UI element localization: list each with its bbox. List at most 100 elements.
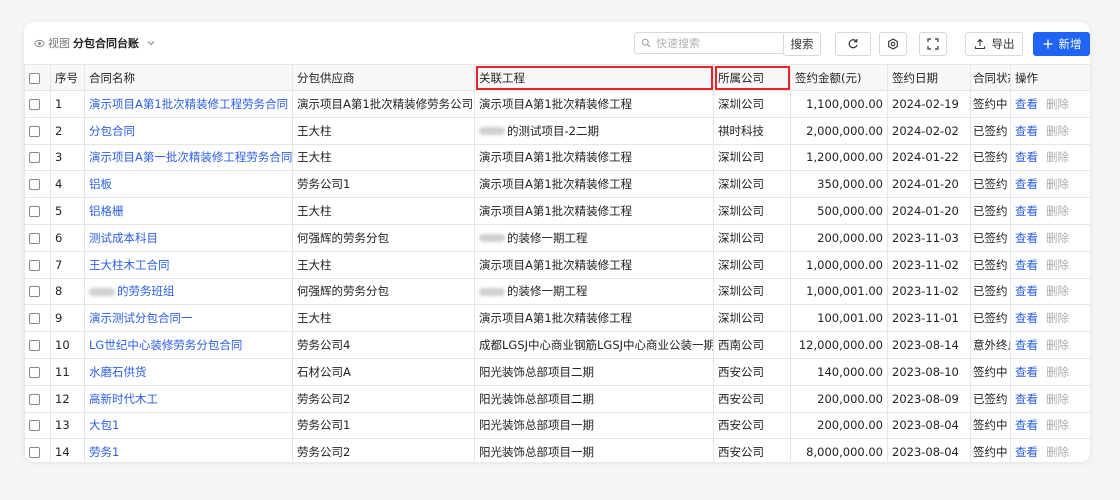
- contract-name-link[interactable]: 演示项目A第一批次精装修工程劳务合同: [89, 150, 292, 164]
- view-selector[interactable]: 视图 分包合同台账: [34, 35, 156, 51]
- delete-link[interactable]: 删除: [1046, 258, 1069, 272]
- table-row[interactable]: 6 测试成本科目 何强辉的劳务分包 的装修一期工程 深圳公司 200,000.00 2023…: [24, 223, 1090, 252]
- row-checkbox[interactable]: [29, 313, 40, 325]
- table-row[interactable]: 11 水磨石供货 石材公司A 阳光装饰总部项目二期 西安公司 140,000.00 2023…: [24, 357, 1090, 386]
- row-checkbox[interactable]: [29, 393, 40, 405]
- view-link[interactable]: 查看: [1015, 97, 1038, 111]
- row-checkbox[interactable]: [29, 179, 40, 191]
- export-button[interactable]: 导出: [965, 32, 1023, 56]
- delete-link[interactable]: 删除: [1046, 231, 1069, 245]
- table-row[interactable]: 9 演示测试分包合同一 王大柱 演示项目A第1批次精装修工程 深圳公司 100,001.0…: [24, 304, 1090, 333]
- row-select-cell[interactable]: [24, 223, 51, 252]
- contract-name-cell[interactable]: 分包合同: [84, 116, 293, 145]
- delete-link[interactable]: 删除: [1046, 97, 1069, 111]
- view-link[interactable]: 查看: [1015, 284, 1038, 298]
- contract-name-cell[interactable]: 水磨石供货: [84, 357, 293, 386]
- search-input[interactable]: [654, 35, 788, 51]
- delete-link[interactable]: 删除: [1046, 124, 1069, 138]
- contract-name-cell[interactable]: 演示项目A第1批次精装修工程劳务合同: [84, 90, 293, 118]
- refresh-button[interactable]: [835, 32, 871, 56]
- row-select-cell[interactable]: [24, 304, 51, 333]
- contract-name-cell[interactable]: 高新时代木工: [84, 384, 293, 413]
- table-row[interactable]: 14 劳务1 劳务公司2 阳光装饰总部项目一期 西安公司 8,000,000.00 2023…: [24, 438, 1090, 462]
- view-link[interactable]: 查看: [1015, 392, 1038, 406]
- contract-name-link[interactable]: 大包1: [89, 418, 119, 432]
- contract-name-link[interactable]: 水磨石供货: [89, 365, 147, 379]
- row-checkbox[interactable]: [29, 366, 40, 378]
- contract-name-link[interactable]: 演示项目A第1批次精装修工程劳务合同: [89, 97, 288, 111]
- row-select-cell[interactable]: [24, 277, 51, 306]
- view-link[interactable]: 查看: [1015, 150, 1038, 164]
- row-select-cell[interactable]: [24, 116, 51, 145]
- select-all-cell[interactable]: [24, 64, 51, 91]
- view-link[interactable]: 查看: [1015, 204, 1038, 218]
- delete-link[interactable]: 删除: [1046, 284, 1069, 298]
- row-select-cell[interactable]: [24, 357, 51, 386]
- contract-name-link[interactable]: 高新时代木工: [89, 392, 158, 406]
- contract-name-link[interactable]: 演示测试分包合同一: [89, 311, 193, 325]
- row-select-cell[interactable]: [24, 250, 51, 279]
- view-link[interactable]: 查看: [1015, 258, 1038, 272]
- view-link[interactable]: 查看: [1015, 311, 1038, 325]
- contract-name-link[interactable]: 分包合同: [89, 124, 135, 138]
- table-row[interactable]: 5 铝格栅 王大柱 演示项目A第1批次精装修工程 深圳公司 500,000.00 2024-…: [24, 197, 1090, 225]
- row-checkbox[interactable]: [29, 447, 40, 459]
- row-checkbox[interactable]: [29, 340, 40, 352]
- row-checkbox[interactable]: [29, 420, 40, 432]
- row-select-cell[interactable]: [24, 411, 51, 440]
- fullscreen-button[interactable]: [919, 32, 947, 56]
- contract-name-link[interactable]: LG世纪中心装修劳务分包合同: [89, 338, 242, 352]
- row-checkbox[interactable]: [29, 206, 40, 218]
- delete-link[interactable]: 删除: [1046, 204, 1069, 218]
- table-row[interactable]: 1 演示项目A第1批次精装修工程劳务合同 演示项目A第1批次精装修劳务公司 演示项目A…: [24, 90, 1090, 118]
- table-row[interactable]: 8 的劳务班组 何强辉的劳务分包 的装修一期工程 深圳公司 1,000,001.00 202…: [24, 277, 1090, 306]
- delete-link[interactable]: 删除: [1046, 365, 1069, 379]
- contract-name-cell[interactable]: 演示测试分包合同一: [84, 304, 293, 333]
- table-row[interactable]: 2 分包合同 王大柱 的测试项目-2二期 祺时科技 2,000,000.00 2024-02…: [24, 116, 1090, 145]
- contract-name-cell[interactable]: 大包1: [84, 411, 293, 440]
- delete-link[interactable]: 删除: [1046, 177, 1069, 191]
- contract-name-cell[interactable]: 劳务1: [84, 438, 293, 462]
- delete-link[interactable]: 删除: [1046, 445, 1069, 459]
- contract-name-cell[interactable]: 铝板: [84, 170, 293, 199]
- contract-name-link[interactable]: 劳务1: [89, 445, 119, 459]
- row-select-cell[interactable]: [24, 331, 51, 359]
- contract-name-link[interactable]: 铝格栅: [89, 204, 124, 218]
- view-link[interactable]: 查看: [1015, 338, 1038, 352]
- row-checkbox[interactable]: [29, 152, 40, 164]
- table-row[interactable]: 3 演示项目A第一批次精装修工程劳务合同 王大柱 演示项目A第1批次精装修工程 深圳公司…: [24, 143, 1090, 172]
- view-link[interactable]: 查看: [1015, 177, 1038, 191]
- table-row[interactable]: 13 大包1 劳务公司1 阳光装饰总部项目一期 西安公司 200,000.00 2023-0…: [24, 411, 1090, 440]
- row-checkbox[interactable]: [29, 98, 40, 110]
- view-link[interactable]: 查看: [1015, 418, 1038, 432]
- contract-name-cell[interactable]: LG世纪中心装修劳务分包合同: [84, 331, 293, 359]
- settings-button[interactable]: [879, 32, 907, 56]
- table-row[interactable]: 10 LG世纪中心装修劳务分包合同 劳务公司4 成都LGSJ中心商业钢筋LGSJ中心商…: [24, 331, 1090, 359]
- contract-name-cell[interactable]: 测试成本科目: [84, 223, 293, 252]
- contract-name-link[interactable]: 测试成本科目: [89, 231, 158, 245]
- view-link[interactable]: 查看: [1015, 231, 1038, 245]
- row-checkbox[interactable]: [29, 232, 40, 244]
- contract-name-link[interactable]: 的劳务班组: [117, 284, 175, 298]
- delete-link[interactable]: 删除: [1046, 392, 1069, 406]
- contract-name-cell[interactable]: 王大柱木工合同: [84, 250, 293, 279]
- row-checkbox[interactable]: [29, 125, 40, 137]
- table-row[interactable]: 7 王大柱木工合同 王大柱 演示项目A第1批次精装修工程 深圳公司 1,000,000.0…: [24, 250, 1090, 279]
- row-select-cell[interactable]: [24, 197, 51, 225]
- contract-name-cell[interactable]: 的劳务班组: [84, 277, 293, 306]
- row-select-cell[interactable]: [24, 90, 51, 118]
- search-button[interactable]: 搜索: [783, 32, 821, 56]
- row-checkbox[interactable]: [29, 259, 40, 271]
- delete-link[interactable]: 删除: [1046, 338, 1069, 352]
- row-select-cell[interactable]: [24, 143, 51, 172]
- row-select-cell[interactable]: [24, 438, 51, 462]
- view-link[interactable]: 查看: [1015, 365, 1038, 379]
- delete-link[interactable]: 删除: [1046, 418, 1069, 432]
- delete-link[interactable]: 删除: [1046, 150, 1069, 164]
- contract-name-cell[interactable]: 铝格栅: [84, 197, 293, 225]
- table-row[interactable]: 12 高新时代木工 劳务公司2 阳光装饰总部项目二期 西安公司 200,000.00 202…: [24, 384, 1090, 413]
- contract-name-link[interactable]: 王大柱木工合同: [89, 258, 170, 272]
- add-button[interactable]: 新增: [1033, 32, 1090, 56]
- view-link[interactable]: 查看: [1015, 445, 1038, 459]
- row-select-cell[interactable]: [24, 170, 51, 199]
